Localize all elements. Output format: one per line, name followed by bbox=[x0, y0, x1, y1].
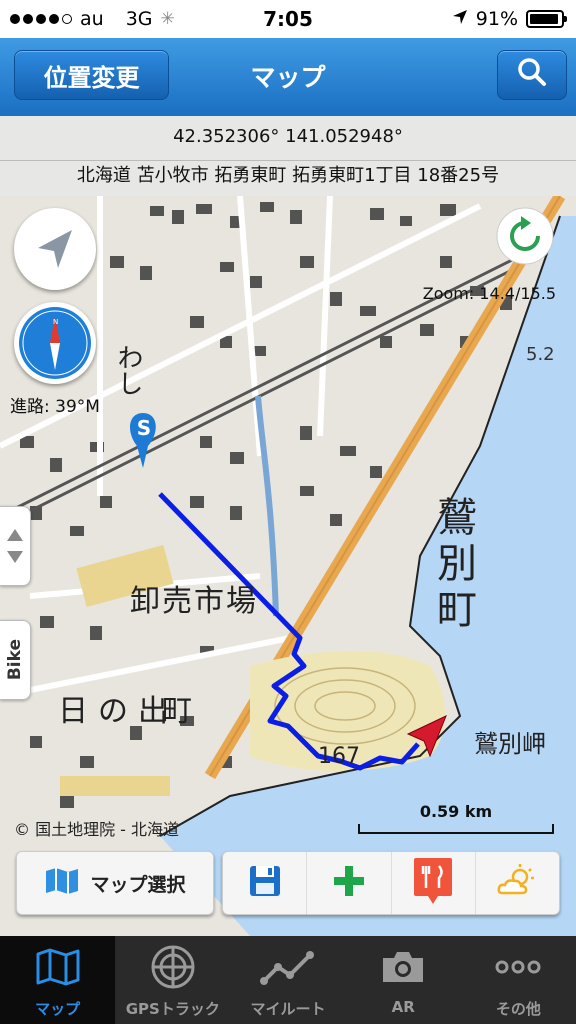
compass-icon: N bbox=[14, 307, 96, 388]
map-icon bbox=[35, 947, 81, 991]
up-down-arrows-icon bbox=[0, 529, 30, 589]
map-select-button[interactable]: マップ選択 bbox=[17, 852, 213, 914]
map-label-market: 卸売市場 bbox=[130, 584, 258, 619]
weather-icon bbox=[496, 863, 538, 903]
map-label-hinode: 日の出 bbox=[58, 694, 178, 729]
refresh-button[interactable] bbox=[497, 208, 553, 264]
more-icon bbox=[495, 960, 541, 978]
status-bar: au 3G ✳ 7:05 91% bbox=[0, 0, 576, 38]
vertical-scroll-tab[interactable] bbox=[0, 506, 31, 586]
zoom-text: Zoom: 14.4/15.5 bbox=[422, 284, 556, 303]
restaurant-icon bbox=[412, 856, 454, 910]
map-label-cape: 鷲別岬 bbox=[474, 730, 546, 758]
tab-my-route[interactable]: マイルート bbox=[230, 936, 345, 1024]
tab-label: マイルート bbox=[250, 1000, 326, 1018]
tab-label: GPSトラック bbox=[125, 1000, 220, 1018]
map-label-machi: 町 bbox=[162, 694, 192, 729]
camera-icon bbox=[380, 948, 426, 990]
map-label-washi: わし bbox=[113, 344, 143, 396]
tab-label: AR bbox=[391, 998, 415, 1016]
bike-mode-tab[interactable]: Bike bbox=[0, 620, 31, 700]
battery-icon bbox=[526, 10, 567, 28]
nav-bar: 位置変更 マップ bbox=[0, 38, 576, 116]
map-label-elev: 167 bbox=[318, 744, 360, 769]
map-view[interactable]: わし 卸売市場 日の出 町 鷲別町 鷲別岬 5.2 167 S N 進路: 39… bbox=[0, 196, 576, 936]
compass-button[interactable]: N bbox=[14, 302, 96, 384]
scale-bar: 0.59 km bbox=[358, 802, 554, 834]
start-marker-label: S bbox=[136, 416, 152, 440]
page-title: マップ bbox=[250, 63, 326, 92]
heading-text: 進路: 39°M bbox=[10, 397, 100, 417]
tab-gps-track[interactable]: GPSトラック bbox=[115, 936, 230, 1024]
route-icon bbox=[260, 947, 316, 991]
current-location-button[interactable] bbox=[14, 208, 96, 290]
map-select-label: マップ選択 bbox=[90, 873, 186, 896]
save-button[interactable] bbox=[223, 852, 308, 914]
location-info-bar: 42.352306° 141.052948° 北海道 苫小牧市 拓勇東町 拓勇東… bbox=[0, 116, 576, 196]
add-button[interactable] bbox=[307, 852, 392, 914]
scale-label: 0.59 km bbox=[419, 802, 493, 821]
svg-text:N: N bbox=[53, 318, 58, 326]
tab-bar: マップ GPSトラック マイルート AR その他 bbox=[0, 936, 576, 1024]
map-icon bbox=[44, 866, 80, 900]
action-toolbar bbox=[222, 851, 560, 915]
map-credit: © 国土地理院 - 北海道 bbox=[14, 820, 180, 839]
weather-button[interactable] bbox=[476, 852, 559, 914]
plus-icon bbox=[332, 864, 366, 902]
battery-percent: 91% bbox=[475, 8, 518, 30]
radar-icon bbox=[150, 944, 196, 994]
tab-map[interactable]: マップ bbox=[0, 936, 116, 1024]
map-select-toolbar: マップ選択 bbox=[16, 851, 214, 915]
search-button[interactable] bbox=[497, 50, 567, 100]
map-label-height: 5.2 bbox=[526, 344, 555, 365]
location-arrow-icon bbox=[14, 230, 96, 294]
location-arrow-icon bbox=[452, 8, 468, 30]
tab-label: その他 bbox=[495, 1000, 541, 1018]
address-text: 北海道 苫小牧市 拓勇東町 拓勇東町1丁目 18番25号 bbox=[0, 160, 576, 191]
tab-label: マップ bbox=[35, 1000, 81, 1018]
restaurant-button[interactable] bbox=[392, 852, 476, 914]
search-icon bbox=[516, 56, 548, 94]
map-label-sagibetsu: 鷲別町 bbox=[430, 496, 476, 634]
coordinates-text: 42.352306° 141.052948° bbox=[173, 126, 403, 147]
tab-more[interactable]: その他 bbox=[461, 936, 576, 1024]
bike-label: Bike bbox=[5, 639, 25, 681]
tab-ar[interactable]: AR bbox=[346, 936, 461, 1024]
save-icon bbox=[248, 864, 282, 902]
